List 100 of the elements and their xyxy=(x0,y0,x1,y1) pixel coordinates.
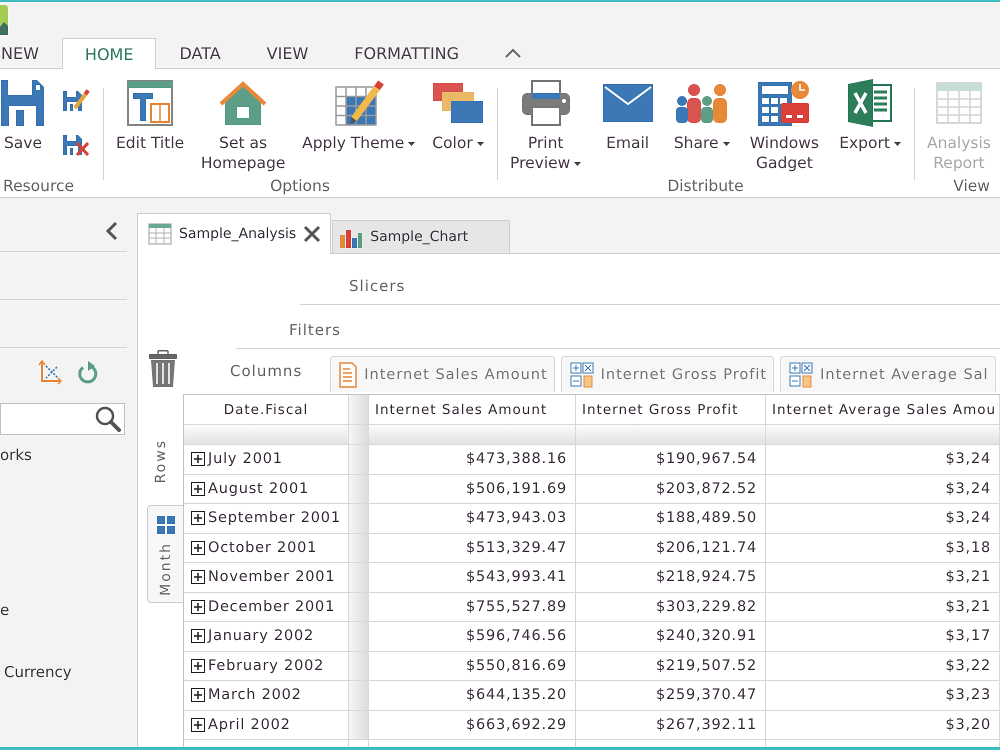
expand-icon[interactable] xyxy=(191,482,205,496)
row-label: December 2001 xyxy=(208,598,336,615)
table-cell: $219,507.52 xyxy=(576,652,766,681)
ribbon-tab[interactable]: VIEW xyxy=(244,38,332,68)
row-label: September 2001 xyxy=(208,510,341,526)
document-icon xyxy=(339,362,358,388)
table-cell: $3,20 xyxy=(766,710,1000,740)
slicers-label: Slicers xyxy=(349,277,406,295)
color-button[interactable]: Color xyxy=(426,78,489,153)
table-cell: $543,993.41 xyxy=(369,563,576,592)
collapse-panel-button[interactable] xyxy=(106,221,118,241)
table-cell: $3,18 xyxy=(766,534,1000,563)
document-tab[interactable]: Sample_Chart xyxy=(332,220,510,253)
color-cards-icon xyxy=(432,82,484,124)
ribbon-tab[interactable]: NEW xyxy=(0,38,62,68)
email-button[interactable]: Email xyxy=(596,78,659,153)
caret-icon xyxy=(574,162,582,166)
people-icon xyxy=(674,82,729,124)
row-label: November 2001 xyxy=(208,569,336,586)
caret-icon xyxy=(476,142,484,146)
tree-item[interactable]: orks xyxy=(0,440,32,471)
table-cell: $267,392.11 xyxy=(576,710,766,740)
expand-icon[interactable] xyxy=(191,511,205,526)
printer-icon xyxy=(520,79,572,127)
columns-label: Columns xyxy=(230,360,302,380)
expand-icon[interactable] xyxy=(191,629,205,644)
grid-pencil-icon xyxy=(334,79,384,127)
windows-gadget-button[interactable]: Windows Gadget xyxy=(744,78,824,173)
group-label: Resource xyxy=(2,176,74,197)
row-label: April 2002 xyxy=(208,716,291,733)
share-button[interactable]: Share xyxy=(668,78,735,153)
trash-icon[interactable] xyxy=(148,350,178,388)
table-cell: $3,17 xyxy=(766,622,1000,652)
column-field-chip[interactable]: Internet Average Sal xyxy=(780,356,996,392)
table-cell: $240,320.91 xyxy=(576,622,766,652)
table-cell: $303,229.82 xyxy=(576,592,766,622)
column-field-chip[interactable]: Internet Gross Profit xyxy=(560,356,774,392)
row-label: January 2002 xyxy=(208,628,314,644)
column-field-chip[interactable]: Internet Sales Amount xyxy=(330,356,555,392)
row-field-chip[interactable]: Month xyxy=(147,505,183,604)
expand-icon[interactable] xyxy=(191,570,205,584)
expand-icon[interactable] xyxy=(191,452,205,466)
table-cell: $473,943.03 xyxy=(369,504,576,534)
table-cell: $3,24 xyxy=(766,504,1000,534)
tree-item[interactable]: Currency xyxy=(4,657,72,688)
chevron-up-icon xyxy=(505,48,522,58)
ribbon-tab[interactable]: DATA xyxy=(156,38,244,68)
table-cell: $3,24 xyxy=(766,445,1000,474)
title-frame-icon xyxy=(127,80,174,126)
logo-icon xyxy=(0,5,8,35)
expand-icon[interactable] xyxy=(191,658,205,673)
caret-icon xyxy=(722,142,730,146)
refresh-icon[interactable] xyxy=(77,359,99,385)
export-button[interactable]: Export xyxy=(834,78,906,153)
table-cell: $3,23 xyxy=(766,681,1000,710)
table-icon xyxy=(936,82,982,124)
edit-title-button[interactable]: Edit Title xyxy=(111,78,190,153)
ribbon-tab[interactable]: FORMATTING xyxy=(331,38,482,68)
set-homepage-button[interactable]: Set as Homepage xyxy=(196,78,290,173)
document-tab[interactable]: Sample_Analysis xyxy=(137,213,332,254)
tree-item[interactable]: e xyxy=(0,595,10,626)
chart-axes-icon[interactable] xyxy=(38,359,62,385)
table-cell: $203,872.52 xyxy=(576,474,766,504)
table-cell: $188,489.50 xyxy=(576,504,766,534)
spreadsheet-book-icon xyxy=(847,78,894,128)
envelope-icon xyxy=(602,83,654,123)
calculator-keys-icon xyxy=(789,362,814,388)
table-cell: $3,22 xyxy=(766,652,1000,681)
table-cell: $506,191.69 xyxy=(369,474,576,504)
print-preview-button[interactable]: Print Preview xyxy=(505,78,586,173)
ribbon-tab[interactable]: HOME xyxy=(62,38,156,69)
caret-icon xyxy=(408,142,416,146)
spacer-cell xyxy=(349,425,369,445)
rows-label: Rows xyxy=(152,439,168,484)
house-icon xyxy=(219,80,268,126)
row-label: August 2001 xyxy=(208,480,310,497)
table-cell: $3,24 xyxy=(766,474,1000,504)
table-icon xyxy=(148,223,172,245)
expand-icon[interactable] xyxy=(191,540,205,555)
expand-icon[interactable] xyxy=(191,600,205,614)
close-icon[interactable] xyxy=(303,225,322,243)
caret-icon xyxy=(894,142,901,146)
table-cell: $663,692.29 xyxy=(369,710,576,740)
table-cell: $206,121.74 xyxy=(576,534,766,563)
search-field[interactable] xyxy=(0,403,125,435)
expand-icon[interactable] xyxy=(191,718,205,732)
table-cell: $473,388.16 xyxy=(369,445,576,474)
group-label: View xyxy=(953,176,990,197)
table-cell: $550,816.69 xyxy=(369,652,576,681)
table-cell: $3,21 xyxy=(766,563,1000,592)
table-cell: $190,967.54 xyxy=(576,445,766,474)
four-squares-icon xyxy=(156,516,174,534)
table-cell: $513,329.47 xyxy=(369,534,576,563)
save-button[interactable]: Save xyxy=(0,78,46,153)
expand-icon[interactable] xyxy=(191,688,205,702)
search-icon xyxy=(94,405,122,433)
calculator-keys-icon xyxy=(570,362,594,388)
apply-theme-button[interactable]: Apply Theme xyxy=(297,78,420,153)
group-label: Options xyxy=(270,176,330,197)
table-cell: $596,746.56 xyxy=(369,622,576,652)
